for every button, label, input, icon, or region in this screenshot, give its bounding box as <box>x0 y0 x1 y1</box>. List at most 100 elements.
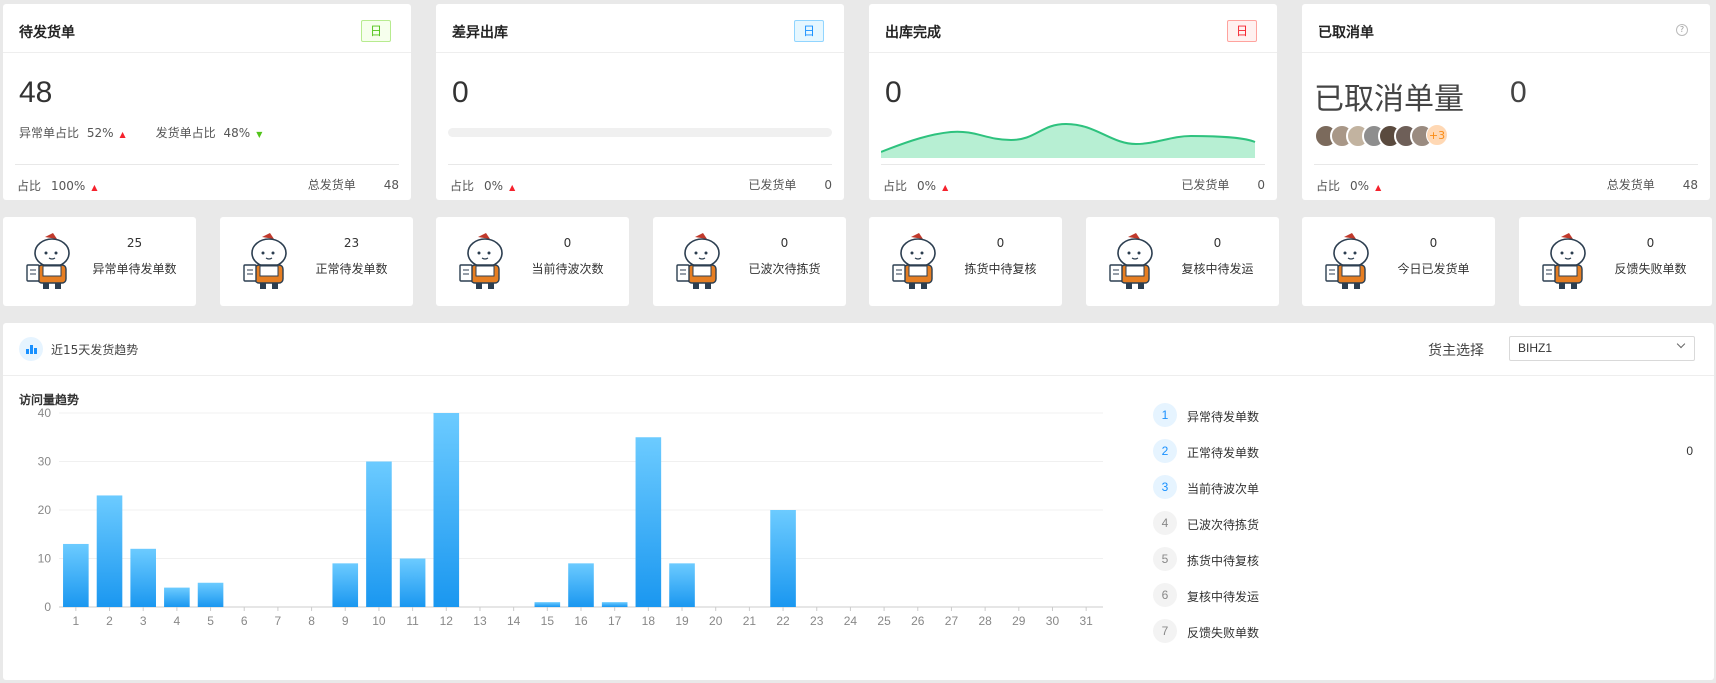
bar[interactable] <box>534 602 561 607</box>
bar[interactable] <box>366 461 392 608</box>
x-tick-label: 16 <box>574 614 588 628</box>
tile-label: 当前待波次数 <box>531 262 604 276</box>
bar[interactable] <box>197 582 224 607</box>
stat-tile[interactable]: 0 拣货中待复核 <box>869 217 1062 306</box>
card-title: 待发货单 <box>19 25 75 41</box>
stat-tile[interactable]: 0 复核中待发运 <box>1086 217 1279 306</box>
ranking-item: 1 异常待发单数 <box>1153 403 1693 427</box>
mascot-icon <box>459 233 503 289</box>
cancelled-value: 0 <box>1510 76 1527 109</box>
tile-label: 正常待发单数 <box>315 262 388 276</box>
x-tick-label: 22 <box>776 614 790 628</box>
x-tick-label: 19 <box>675 614 689 628</box>
x-tick-label: 11 <box>406 614 419 628</box>
ranking-number: 4 <box>1153 511 1177 535</box>
bar[interactable] <box>433 413 460 607</box>
ranking-item: 3 当前待波次单 <box>1153 475 1693 499</box>
trend-panel: 近15天发货趋势 货主选择 BIHZ1 访问量趋势 0 10 20 30 40 1 2 3 4 5… <box>3 323 1714 680</box>
x-tick-label: 14 <box>507 614 521 628</box>
avatar-more-badge[interactable]: +3 <box>1426 124 1448 146</box>
cancelled-label: 已取消单量 <box>1314 82 1464 117</box>
card-header: 待发货单 日 <box>3 4 411 53</box>
period-tag[interactable]: 日 <box>361 20 391 42</box>
card-cancelled-orders: 已取消单 ? 已取消单量 0 +3 占比 0% ▲ 总发货单 48 <box>1302 4 1710 200</box>
trend-up-icon: ▲ <box>91 183 98 192</box>
card-sub-stats: 异常单占比 52% ▲ 发货单占比 48% ▼ <box>19 124 262 141</box>
stat-tile[interactable]: 0 当前待波次数 <box>436 217 629 306</box>
card-footer: 占比 0% ▲ 总发货单 48 <box>1314 164 1698 200</box>
trend-up-icon: ▲ <box>1375 183 1382 192</box>
shipped-value: 0 <box>824 178 832 192</box>
card-outbound-complete: 出库完成 日 0 占比 0% ▲ 已发货单 0 <box>869 4 1277 200</box>
bar[interactable] <box>770 510 796 607</box>
tile-value: 0 <box>1429 236 1438 250</box>
bar[interactable] <box>568 563 594 607</box>
x-tick-label: 29 <box>1012 614 1026 628</box>
tile-value: 0 <box>780 236 789 250</box>
bar[interactable] <box>601 602 628 607</box>
card-title: 已取消单 <box>1318 25 1374 41</box>
bar[interactable] <box>669 563 695 607</box>
x-tick-label: 20 <box>709 614 723 628</box>
ranking-number: 3 <box>1153 475 1177 499</box>
bar[interactable] <box>635 437 662 607</box>
mascot-icon <box>243 233 287 289</box>
total-value: 48 <box>1682 178 1698 192</box>
bar-chart: 0102030401 2 3 4 5 6 7 8 9 10 11 12 13 14 15 16 17 18 19 20… <box>38 406 1103 628</box>
owner-select[interactable]: BIHZ1 <box>1509 336 1695 361</box>
x-tick-label: 24 <box>844 614 858 628</box>
bar[interactable] <box>130 548 156 607</box>
bar[interactable] <box>63 543 89 607</box>
bar[interactable] <box>332 563 359 607</box>
x-tick-label: 2 <box>106 614 113 628</box>
x-tick-label: 9 <box>342 614 349 628</box>
stat-tile[interactable]: 0 已波次待拣货 <box>653 217 846 306</box>
trend-up-icon: ▲ <box>119 130 126 139</box>
bar[interactable] <box>399 558 426 608</box>
total-value: 48 <box>383 178 399 192</box>
total-label: 总发货单 <box>1606 178 1655 192</box>
ratio-label: 占比 <box>17 179 42 193</box>
tile-label: 已波次待拣货 <box>748 262 821 276</box>
tile-value: 23 <box>343 236 360 250</box>
ratio-value: 0% <box>1350 179 1370 193</box>
ranking-value: 0 <box>1686 444 1693 458</box>
y-tick-label: 0 <box>44 600 51 614</box>
ranking-number: 2 <box>1153 439 1177 463</box>
tile-value: 0 <box>563 236 572 250</box>
ranking-label: 异常待发单数 <box>1187 410 1260 424</box>
ranking-item: 6 复核中待发运 <box>1153 583 1693 607</box>
bar[interactable] <box>96 495 123 607</box>
x-tick-label: 10 <box>372 614 386 628</box>
stat-tile[interactable]: 0 今日已发货单 <box>1302 217 1495 306</box>
bar[interactable] <box>164 587 190 607</box>
period-tag[interactable]: 日 <box>794 20 824 42</box>
x-tick-label: 8 <box>308 614 315 628</box>
card-header: 差异出库 日 <box>436 4 844 53</box>
stat-tile[interactable]: 25 异常单待发单数 <box>3 217 196 306</box>
stat-tile[interactable]: 23 正常待发单数 <box>220 217 413 306</box>
ranking-label: 复核中待发运 <box>1187 590 1260 604</box>
ranking-item: 4 已波次待拣货 <box>1153 511 1693 535</box>
card-value: 48 <box>19 76 53 109</box>
owner-select-value: BIHZ1 <box>1518 341 1553 355</box>
card-title: 差异出库 <box>452 25 508 41</box>
card-header: 已取消单 ? <box>1302 4 1710 53</box>
x-tick-label: 28 <box>978 614 992 628</box>
help-icon[interactable]: ? <box>1676 24 1688 36</box>
ranking-number: 7 <box>1153 619 1177 643</box>
x-tick-label: 12 <box>440 614 454 628</box>
x-tick-label: 31 <box>1079 614 1093 628</box>
x-tick-label: 18 <box>642 614 656 628</box>
ranking-item: 5 拣货中待复核 <box>1153 547 1693 571</box>
stat-tile[interactable]: 0 反馈失败单数 <box>1519 217 1712 306</box>
period-tag[interactable]: 日 <box>1227 20 1257 42</box>
x-tick-label: 21 <box>743 614 757 628</box>
bar-chart-icon <box>19 337 43 361</box>
mascot-icon <box>1325 233 1369 289</box>
x-tick-label: 25 <box>877 614 891 628</box>
ranking-label: 拣货中待复核 <box>1187 554 1260 568</box>
mascot-icon <box>1109 233 1153 289</box>
x-tick-label: 17 <box>608 614 622 628</box>
tile-label: 异常单待发单数 <box>92 262 177 276</box>
